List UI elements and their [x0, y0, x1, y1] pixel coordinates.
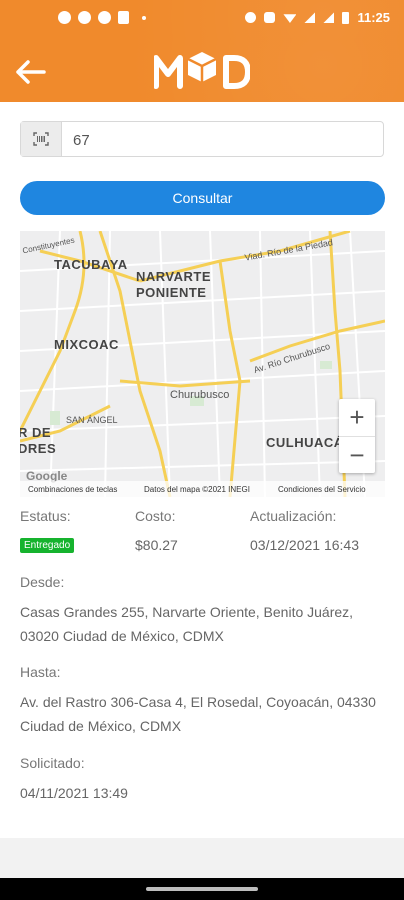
- messenger-icon: [58, 11, 71, 24]
- system-icons: 11:25: [245, 10, 390, 25]
- status-badge: Entregado: [20, 538, 75, 553]
- desde-address: Casas Grandes 255, Narvarte Oriente, Ben…: [20, 604, 354, 644]
- estatus-label: Estatus:: [20, 508, 71, 524]
- clock: 11:25: [357, 10, 390, 25]
- map-view[interactable]: TACUBAYA NARVARTE PONIENTE MIXCOAC CULHU…: [20, 231, 385, 497]
- map-footer-terms[interactable]: Condiciones del Servicio: [278, 485, 366, 494]
- hasta-address: Av. del Rastro 306-Casa 4, El Rosedal, C…: [20, 694, 376, 734]
- home-indicator[interactable]: [146, 887, 258, 891]
- more-notifications-icon: [142, 15, 146, 20]
- signal-icon: [304, 12, 316, 23]
- hasta-label: Hasta:: [20, 664, 61, 680]
- map-footer-shortcuts[interactable]: Combinaciones de teclas: [28, 485, 117, 494]
- map-footer-data: Datos del mapa ©2021 INEGI: [144, 485, 250, 494]
- search-field[interactable]: [20, 121, 384, 158]
- zoom-out-button[interactable]: −: [339, 437, 375, 474]
- costo-value: $80.27: [135, 537, 178, 553]
- myd-logo: [154, 52, 250, 89]
- actualizacion-value: 03/12/2021 16:43: [250, 537, 359, 553]
- map-label-churubusco: Churubusco: [170, 389, 230, 401]
- battery-icon: [342, 11, 350, 24]
- notification-icons: [58, 11, 146, 24]
- costo-label: Costo:: [135, 508, 176, 524]
- map-footer: Combinaciones de teclas Datos del mapa ©…: [20, 481, 385, 497]
- search-input[interactable]: [71, 122, 375, 158]
- tiktok-icon: [118, 11, 129, 24]
- barcode-scan-icon[interactable]: [21, 122, 62, 156]
- map-label-partial-2: DRES: [20, 441, 57, 456]
- zoom-in-button[interactable]: +: [339, 399, 375, 436]
- wifi-icon: [283, 14, 297, 23]
- map-label-poniente: PONIENTE: [136, 285, 207, 300]
- signal-icon-2: [323, 12, 335, 23]
- desde-label: Desde:: [20, 574, 65, 590]
- solicitado-value: 04/11/2021 13:49: [20, 785, 128, 801]
- actualizacion-label: Actualización:: [250, 508, 337, 524]
- consult-button[interactable]: Consultar: [20, 181, 385, 215]
- alarm-icon: [245, 12, 257, 23]
- messenger-icon-2: [78, 11, 91, 24]
- map-label-tacubaya: TACUBAYA: [54, 257, 128, 272]
- map-label-san-angel: SAN ÁNGEL: [66, 415, 118, 425]
- map-label-mixcoac: MIXCOAC: [54, 337, 119, 352]
- map-label-partial-1: R DE: [20, 425, 52, 440]
- whatsapp-icon: [98, 11, 111, 24]
- back-arrow-icon[interactable]: [14, 58, 50, 86]
- map-label-narvarte: NARVARTE: [136, 269, 212, 284]
- vibrate-icon: [264, 12, 276, 23]
- status-bar: 11:25: [0, 0, 404, 40]
- zoom-controls: + −: [339, 399, 375, 473]
- solicitado-label: Solicitado:: [20, 755, 85, 771]
